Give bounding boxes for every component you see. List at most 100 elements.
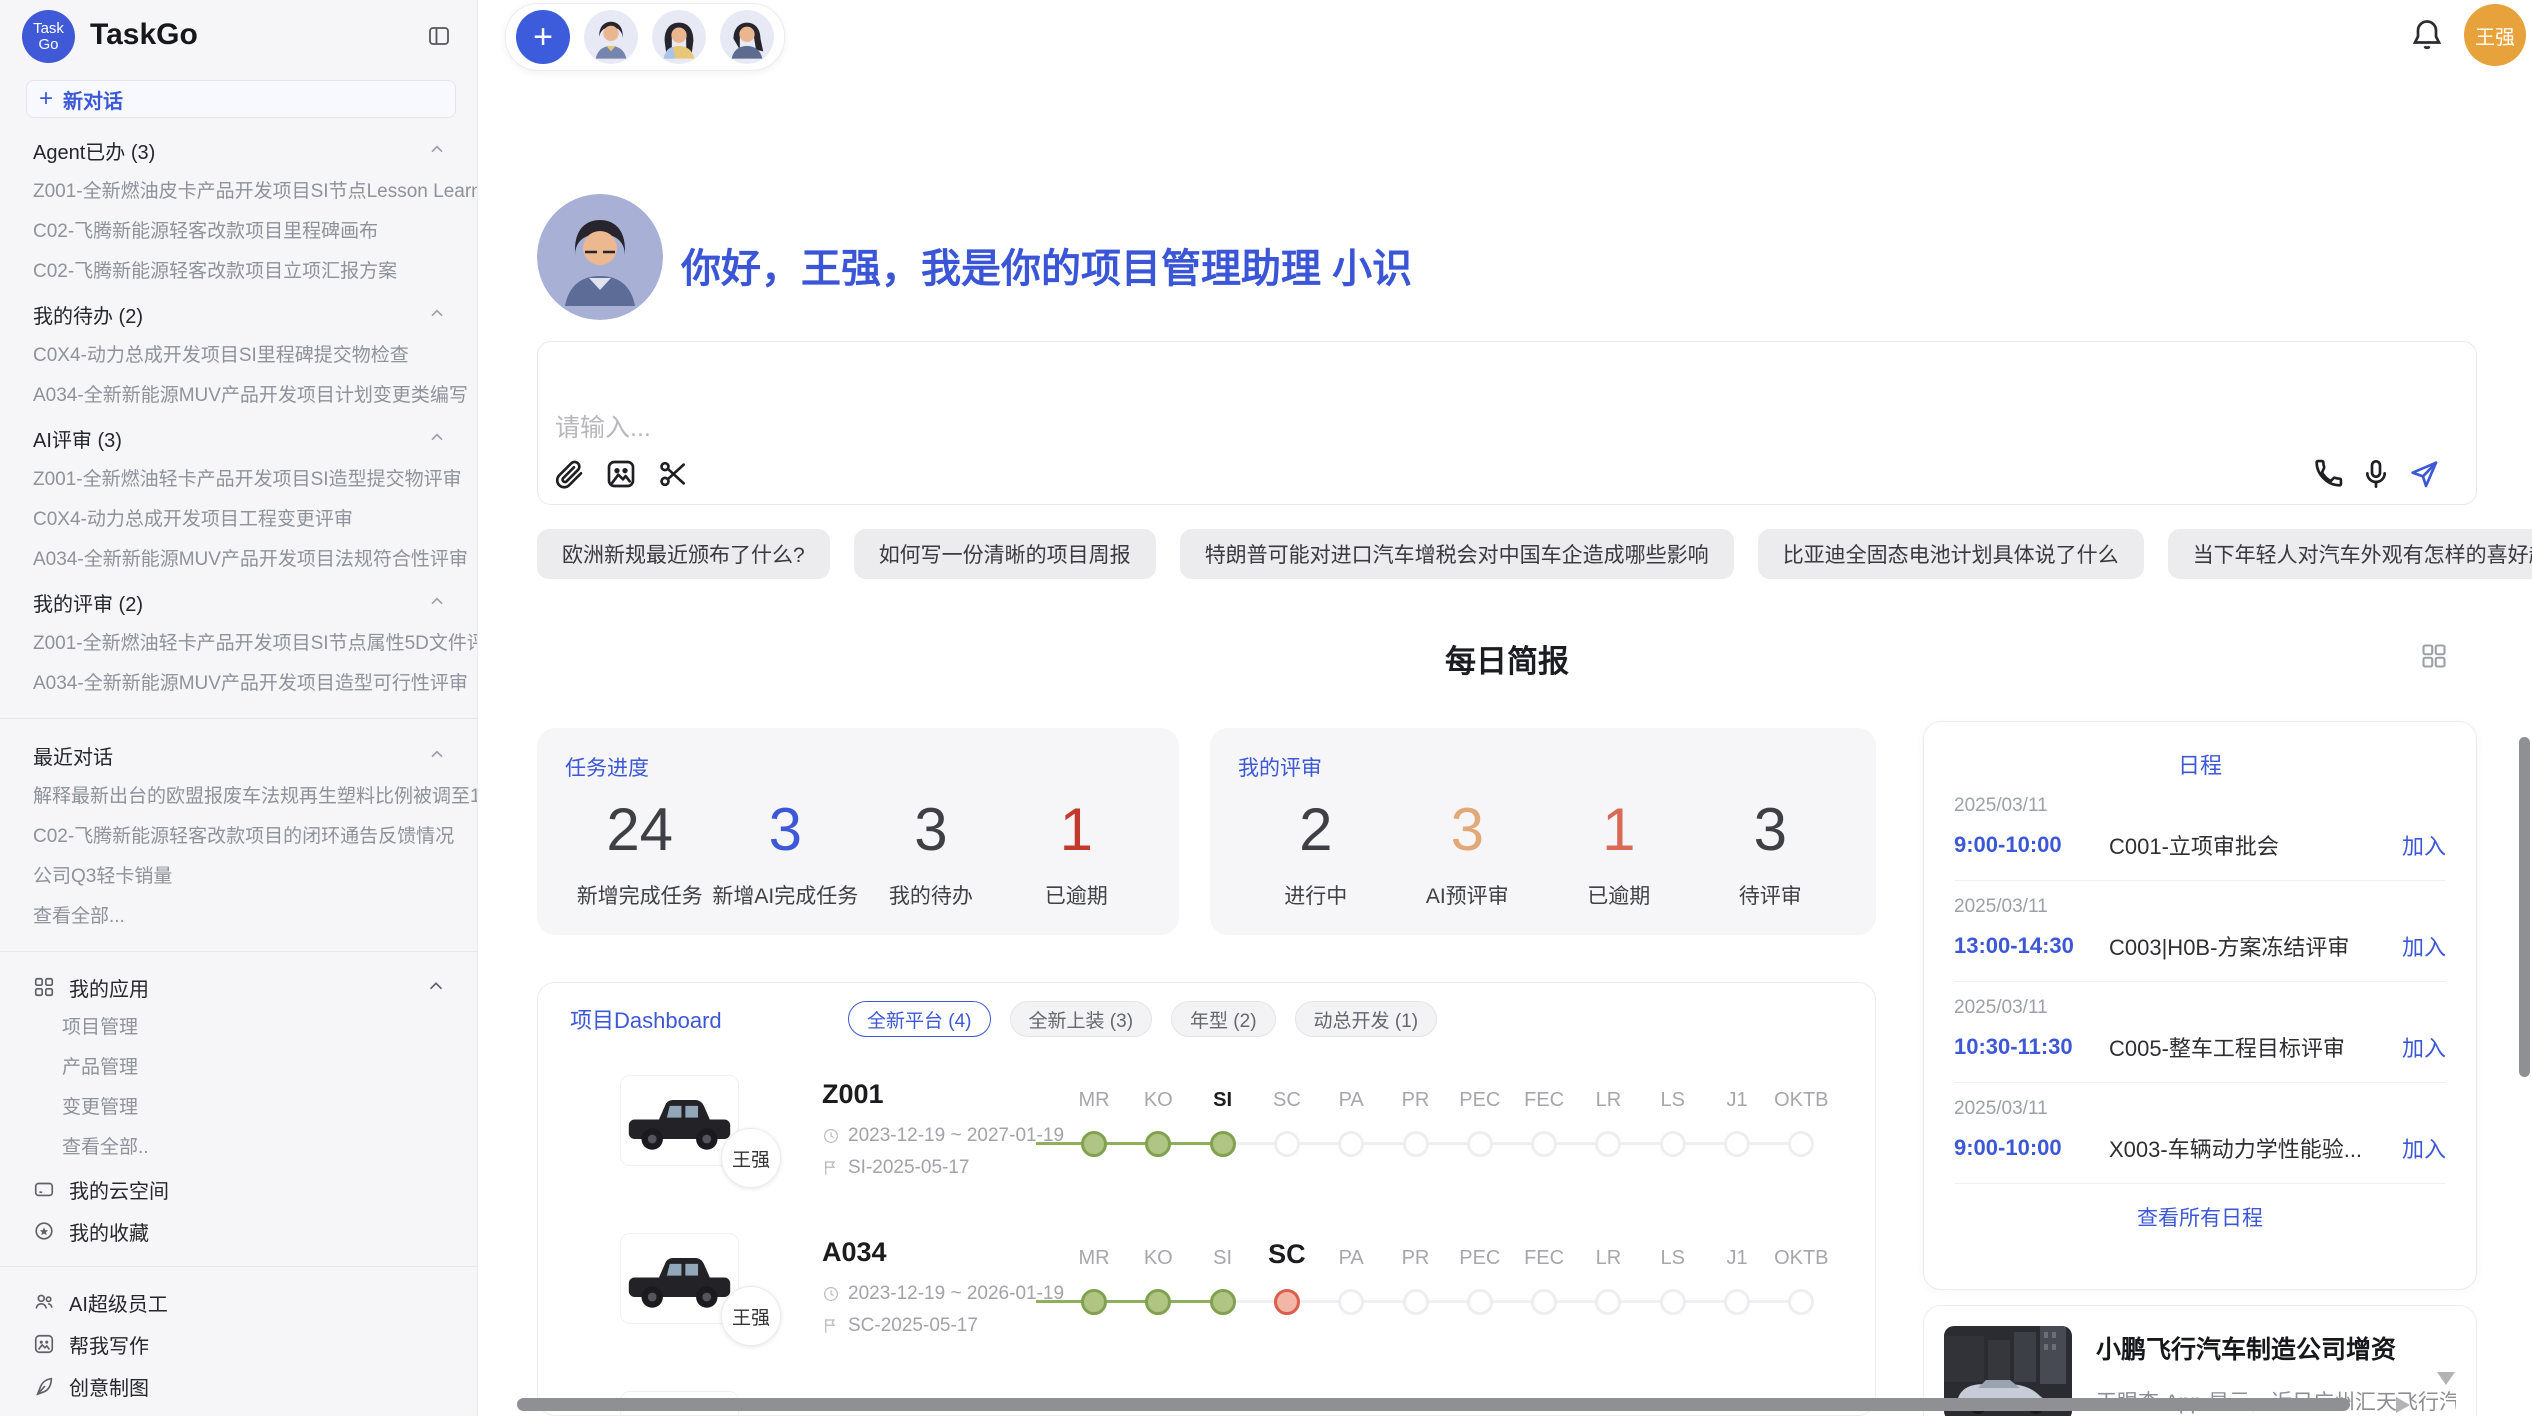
- conversation-item[interactable]: 解释最新出台的欧盟报废车法规再生塑料比例被调至15%...: [0, 777, 477, 817]
- join-meeting-link[interactable]: 加入: [2402, 1031, 2446, 1063]
- briefing-card-title[interactable]: 我的评审: [1210, 728, 1876, 782]
- chevron-up-icon[interactable]: [427, 745, 447, 765]
- briefing-card-title[interactable]: 任务进度: [537, 728, 1179, 782]
- sidebar-section-header[interactable]: Agent已办 (3): [0, 128, 477, 172]
- microphone-icon[interactable]: [2360, 458, 2392, 490]
- chat-input-card[interactable]: 请输入...: [537, 341, 2477, 505]
- cloud-space-label: 我的云空间: [69, 1175, 447, 1204]
- session-avatar[interactable]: [720, 10, 774, 64]
- stat-label: 我的待办: [858, 880, 1003, 910]
- suggestion-chip[interactable]: 如何写一份清晰的项目周报: [854, 529, 1156, 579]
- app-item[interactable]: 产品管理: [0, 1048, 477, 1088]
- collapse-sidebar-icon[interactable]: [427, 24, 451, 48]
- conversation-item[interactable]: C0X4-动力总成开发项目工程变更评审: [0, 500, 477, 540]
- conversation-item[interactable]: A034-全新新能源MUV产品开发项目法规符合性评审: [0, 540, 477, 580]
- conversation-item[interactable]: C02-飞腾新能源轻客改款项目的闭环通告反馈情况: [0, 817, 477, 857]
- sidebar-item-help-me-write[interactable]: 帮我写作: [0, 1323, 477, 1365]
- session-avatar[interactable]: [584, 10, 638, 64]
- conversation-item[interactable]: C0X4-动力总成开发项目SI里程碑提交物检查: [0, 336, 477, 376]
- screenshot-scissors-icon[interactable]: [657, 458, 689, 490]
- sidebar-section-header[interactable]: 我的待办 (2): [0, 292, 477, 336]
- view-all-schedules-link[interactable]: 查看所有日程: [1924, 1202, 2476, 1232]
- conversation-item[interactable]: C02-飞腾新能源轻客改款项目立项汇报方案: [0, 252, 477, 292]
- send-icon[interactable]: [2408, 458, 2440, 490]
- scroll-down-arrow[interactable]: [2437, 1372, 2455, 1385]
- chevron-up-icon[interactable]: [427, 592, 447, 612]
- milestone-dot[interactable]: [1274, 1131, 1300, 1157]
- chevron-up-icon[interactable]: [427, 140, 447, 160]
- sidebar-item-ai-super-staff[interactable]: AI超级员工: [0, 1281, 477, 1323]
- milestone-dot[interactable]: [1403, 1131, 1429, 1157]
- conversation-item[interactable]: Z001-全新燃油皮卡产品开发项目SI节点Lesson Learn报告: [0, 172, 477, 212]
- vertical-scrollbar[interactable]: [2519, 737, 2530, 1077]
- dashboard-filter-tab[interactable]: 全新平台 (4): [848, 1001, 991, 1037]
- milestone-dot[interactable]: [1274, 1289, 1300, 1315]
- notifications-bell-icon[interactable]: [2409, 17, 2445, 53]
- milestone-dot[interactable]: [1210, 1289, 1236, 1315]
- chevron-up-icon[interactable]: [427, 428, 447, 448]
- join-meeting-link[interactable]: 加入: [2402, 1132, 2446, 1164]
- milestone-dot[interactable]: [1788, 1131, 1814, 1157]
- sidebar-item-cloud-space[interactable]: 我的云空间: [0, 1168, 477, 1210]
- chevron-up-icon[interactable]: [425, 976, 447, 998]
- conversation-item[interactable]: Z001-全新燃油轻卡产品开发项目SI造型提交物评审: [0, 460, 477, 500]
- sidebar-item-my-apps[interactable]: 我的应用: [0, 966, 477, 1008]
- app-item[interactable]: 查看全部..: [0, 1128, 477, 1168]
- horizontal-scrollbar[interactable]: [517, 1398, 2350, 1411]
- layout-grid-icon[interactable]: [2420, 642, 2448, 670]
- milestone-dot[interactable]: [1338, 1131, 1364, 1157]
- milestone-dot[interactable]: [1081, 1131, 1107, 1157]
- milestone-dot[interactable]: [1145, 1131, 1171, 1157]
- suggestion-chip[interactable]: 当下年轻人对汽车外观有怎样的喜好趋势: [2168, 529, 2532, 579]
- milestone-dot[interactable]: [1788, 1289, 1814, 1315]
- new-chat-button[interactable]: + 新对话: [26, 80, 456, 118]
- milestone-dot[interactable]: [1531, 1131, 1557, 1157]
- milestone-dot[interactable]: [1467, 1289, 1493, 1315]
- suggestion-chip[interactable]: 特朗普可能对进口汽车增税会对中国车企造成哪些影响: [1180, 529, 1734, 579]
- milestone-dot[interactable]: [1467, 1131, 1493, 1157]
- conversation-item[interactable]: C02-飞腾新能源轻客改款项目里程碑画布: [0, 212, 477, 252]
- milestone-dot[interactable]: [1081, 1289, 1107, 1315]
- milestone-dot[interactable]: [1595, 1131, 1621, 1157]
- milestone-dot[interactable]: [1724, 1289, 1750, 1315]
- add-session-button[interactable]: +: [516, 10, 570, 64]
- scroll-right-arrow[interactable]: [2396, 1397, 2410, 1413]
- conversation-item[interactable]: Z001-全新燃油轻卡产品开发项目SI节点属性5D文件评审: [0, 624, 477, 664]
- suggestion-chip[interactable]: 欧洲新规最近颁布了什么?: [537, 529, 830, 579]
- join-meeting-link[interactable]: 加入: [2402, 930, 2446, 962]
- suggestion-chip[interactable]: 比亚迪全固态电池计划具体说了什么: [1758, 529, 2144, 579]
- app-item[interactable]: 变更管理: [0, 1088, 477, 1128]
- sidebar-item-creative-drawing[interactable]: 创意制图: [0, 1365, 477, 1407]
- milestone-dot[interactable]: [1660, 1289, 1686, 1315]
- join-meeting-link[interactable]: 加入: [2402, 829, 2446, 861]
- dashboard-filter-tab[interactable]: 动总开发 (1): [1295, 1001, 1438, 1037]
- chat-input-placeholder[interactable]: 请输入...: [555, 408, 651, 444]
- sidebar-section-header[interactable]: AI评审 (3): [0, 416, 477, 460]
- session-avatar[interactable]: [652, 10, 706, 64]
- attachment-paperclip-icon[interactable]: [553, 458, 585, 490]
- milestone-dot[interactable]: [1660, 1131, 1686, 1157]
- milestone-dot[interactable]: [1724, 1131, 1750, 1157]
- app-item[interactable]: 项目管理: [0, 1008, 477, 1048]
- dashboard-filter-tab[interactable]: 年型 (2): [1171, 1001, 1276, 1037]
- milestone-dot[interactable]: [1531, 1289, 1557, 1315]
- milestone-dot[interactable]: [1145, 1289, 1171, 1315]
- user-avatar[interactable]: 王强: [2464, 4, 2526, 66]
- milestone-dot[interactable]: [1338, 1289, 1364, 1315]
- milestone-dot[interactable]: [1403, 1289, 1429, 1315]
- milestone-dot[interactable]: [1595, 1289, 1621, 1315]
- sidebar-item-favorites[interactable]: 我的收藏: [0, 1210, 477, 1252]
- briefing-stat: 2 进行中: [1240, 798, 1392, 910]
- dashboard-filter-tab[interactable]: 全新上装 (3): [1010, 1001, 1153, 1037]
- conversation-item[interactable]: A034-全新新能源MUV产品开发项目造型可行性评审: [0, 664, 477, 704]
- conversation-item[interactable]: 公司Q3轻卡销量: [0, 857, 477, 897]
- recent-conversations-header[interactable]: 最近对话: [0, 733, 477, 777]
- image-upload-icon[interactable]: [605, 458, 637, 490]
- chevron-up-icon[interactable]: [427, 304, 447, 324]
- schedule-list: 2025/03/11 9:00-10:00 C001-立项审批会 加入 2025…: [1924, 780, 2476, 1184]
- milestone-dot[interactable]: [1210, 1131, 1236, 1157]
- sidebar-section-header[interactable]: 我的评审 (2): [0, 580, 477, 624]
- conversation-item[interactable]: A034-全新新能源MUV产品开发项目计划变更类编写: [0, 376, 477, 416]
- phone-call-icon[interactable]: [2312, 458, 2344, 490]
- conversation-item[interactable]: 查看全部...: [0, 897, 477, 937]
